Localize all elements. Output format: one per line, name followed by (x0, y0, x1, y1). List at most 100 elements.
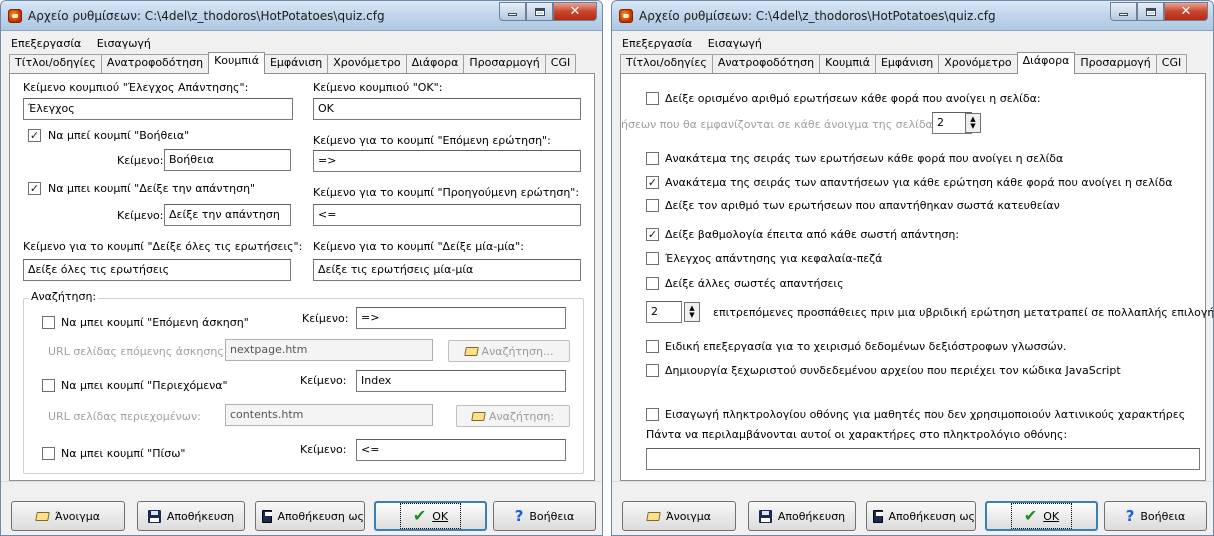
separate-js-checkbox[interactable] (646, 364, 659, 377)
tab-timer[interactable]: Χρονόμετρο (327, 54, 406, 73)
next-exercise-checkbox[interactable] (42, 316, 55, 329)
title-bar[interactable]: Αρχείο ρυθμίσεων: C:\4del\z_thodoros\Hot… (612, 1, 1213, 31)
maximize-button[interactable] (1137, 2, 1164, 21)
tab-custom[interactable]: Προσαρμογή (463, 54, 545, 73)
save-icon (758, 509, 772, 523)
window-title: Αρχείο ρυθμίσεων: C:\4del\z_thodoros\Hot… (639, 9, 996, 23)
check-button-label: Κείμενο κουμπιού "Έλεγχος Απάντησης": (23, 81, 249, 94)
menu-insert[interactable]: Εισαγωγή (97, 37, 151, 50)
folder-icon (463, 346, 479, 356)
tab-titles[interactable]: Τίτλοι/οδηγίες (620, 54, 712, 73)
keyboard-chars-input[interactable] (646, 448, 1200, 470)
hotpotatoes-app-icon (619, 9, 633, 23)
show-score-checkbox[interactable]: ✓ (646, 228, 659, 241)
maximize-icon (534, 7, 545, 16)
tab-buttons[interactable]: Κουμπιά (819, 54, 875, 73)
tab-cgi[interactable]: CGI (1155, 54, 1188, 73)
save-button[interactable]: Αποθήκευση (748, 501, 856, 531)
case-check-checkbox[interactable] (646, 252, 659, 265)
fixed-count-label: Δείξε ορισμένο αριθμό ερωτήσεων κάθε φορ… (665, 92, 1041, 105)
show-all-input[interactable]: Δείξε όλες τις ερωτήσεις (23, 259, 291, 281)
hint-text-input[interactable]: Βοήθεια (164, 149, 291, 171)
one-by-one-input[interactable]: Δείξε τις ερωτήσεις μία-μία (313, 259, 581, 281)
back-checkbox[interactable] (42, 447, 55, 460)
ok-button-input[interactable]: OK (313, 98, 581, 120)
tab-custom[interactable]: Προσαρμογή (1075, 54, 1156, 73)
tab-cgi[interactable]: CGI (544, 54, 577, 73)
contents-url-label: URL σελίδας περιεχομένων: (48, 410, 201, 423)
close-button[interactable]: ✕ (1164, 2, 1208, 21)
contents-text-label: Κείμενο: (300, 374, 347, 387)
check-button-input[interactable]: Έλεγχος (23, 98, 293, 120)
menu-insert[interactable]: Εισαγωγή (708, 37, 762, 50)
show-correct-first-checkbox[interactable] (646, 199, 659, 212)
navigation-group-label: Αναζήτηση: (29, 290, 99, 303)
minimize-button[interactable] (499, 2, 526, 21)
maximize-button[interactable] (526, 2, 553, 21)
spin-down-icon: ▼ (970, 122, 976, 130)
shuffle-answers-label: Ανακάτεμα της σειράς των απαντήσεων για … (665, 176, 1173, 189)
save-as-icon (873, 509, 883, 523)
shuffle-questions-checkbox[interactable] (646, 152, 659, 165)
next-exercise-text-input[interactable]: => (356, 307, 566, 329)
back-text-input[interactable]: <= (356, 439, 566, 461)
question-count-spinner[interactable]: ▲ ▼ (965, 113, 981, 133)
fixed-count-checkbox[interactable] (646, 92, 659, 105)
tab-titles[interactable]: Τίτλοι/οδηγίες (9, 54, 101, 73)
next-exercise-browse-button[interactable]: Αναζήτηση... (448, 340, 570, 362)
next-exercise-checkbox-label: Να μπει κουμπί "Επόμενη άσκηση" (61, 316, 249, 329)
ok-button[interactable]: ✔ OK (985, 501, 1098, 531)
save-as-button[interactable]: Αποθήκευση ως (255, 501, 365, 531)
show-answer-text-input[interactable]: Δείξε την απάντηση (164, 204, 291, 226)
window-title: Αρχείο ρυθμίσεων: C:\4del\z_thodoros\Hot… (28, 9, 385, 23)
attempts-input[interactable]: 2 (646, 301, 682, 323)
help-button[interactable]: ? Βοήθεια (1104, 501, 1207, 531)
show-score-label: Δείξε βαθμολογία έπειτα από κάθε σωστή α… (665, 228, 960, 241)
contents-browse-button[interactable]: Αναζήτηση: (456, 405, 570, 427)
separate-js-label: Δημιουργία ξεχωριστού συνδεδεμένου αρχεί… (665, 364, 1121, 377)
show-all-label: Κείμενο για το κουμπί "Δείξε όλες τις ερ… (23, 240, 303, 253)
open-button[interactable]: Άνοιγμα (622, 501, 736, 531)
tab-appearance[interactable]: Εμφάνιση (264, 54, 328, 73)
question-count-label: ήσεων που θα εμφανίζονται σε κάθε άνοιγμ… (621, 118, 943, 131)
tab-feedback[interactable]: Ανατροφοδότηση (100, 54, 209, 73)
save-as-button[interactable]: Αποθήκευση ως (866, 501, 976, 531)
show-answer-text-label: Κείμενο: (117, 209, 164, 222)
contents-checkbox[interactable] (42, 379, 55, 392)
attempts-spinner[interactable]: ▲ ▼ (684, 302, 700, 322)
spin-down-icon: ▼ (689, 311, 695, 319)
menu-edit[interactable]: Επεξεργασία (11, 37, 81, 50)
save-button[interactable]: Αποθήκευση (137, 501, 245, 531)
next-exercise-url-input[interactable]: nextpage.htm (225, 339, 433, 361)
rtl-checkbox[interactable] (646, 340, 659, 353)
tab-appearance[interactable]: Εμφάνιση (874, 54, 939, 73)
other-correct-checkbox[interactable] (646, 277, 659, 290)
divider (1, 481, 602, 482)
shuffle-answers-checkbox[interactable]: ✓ (646, 176, 659, 189)
title-bar[interactable]: Αρχείο ρυθμίσεων: C:\4del\z_thodoros\Hot… (1, 1, 602, 31)
next-question-input[interactable]: => (313, 150, 581, 172)
contents-text-input[interactable]: Index (356, 370, 566, 392)
contents-url-input[interactable]: contents.htm (225, 404, 433, 426)
hint-checkbox[interactable]: ✓ (28, 129, 41, 142)
hotpotatoes-app-icon (8, 9, 22, 23)
tab-buttons[interactable]: Κουμπιά (208, 52, 265, 74)
minimize-button[interactable] (1110, 2, 1137, 21)
close-button[interactable]: ✕ (553, 2, 597, 21)
ok-button[interactable]: ✔ OK (374, 501, 487, 531)
hint-checkbox-label: Να μπεί κουμπί "Βοήθεια" (48, 129, 190, 142)
tab-timer[interactable]: Χρονόμετρο (938, 54, 1017, 73)
help-button[interactable]: ? Βοήθεια (493, 501, 596, 531)
tab-other[interactable]: Διάφορα (405, 54, 464, 73)
save-icon (147, 509, 161, 523)
open-button[interactable]: Άνοιγμα (11, 501, 125, 531)
tab-other[interactable]: Διάφορα (1016, 52, 1076, 74)
folder-icon (35, 511, 50, 521)
tab-feedback[interactable]: Ανατροφοδότηση (711, 54, 820, 73)
tab-strip: Τίτλοι/οδηγίες Ανατροφοδότηση Κουμπιά Εμ… (9, 52, 577, 74)
show-answer-checkbox[interactable]: ✓ (28, 182, 41, 195)
other-panel: Δείξε ορισμένο αριθμό ερωτήσεων κάθε φορ… (620, 73, 1213, 481)
screen-keyboard-checkbox[interactable] (646, 408, 659, 421)
menu-edit[interactable]: Επεξεργασία (622, 37, 692, 50)
prev-question-input[interactable]: <= (313, 204, 581, 226)
